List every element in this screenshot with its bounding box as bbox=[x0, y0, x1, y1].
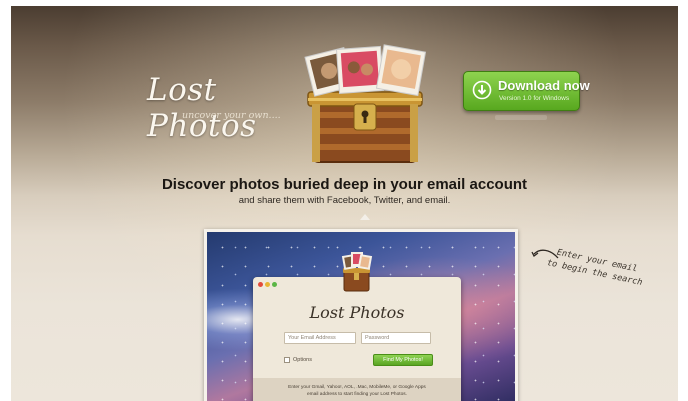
download-label: Download now bbox=[498, 78, 590, 93]
treasure-chest-icon bbox=[304, 44, 427, 163]
treasure-chest-icon bbox=[341, 252, 373, 292]
minimize-dot-icon[interactable] bbox=[265, 282, 270, 287]
download-arrow-icon bbox=[472, 80, 492, 100]
find-photos-button[interactable]: Find My Photos! bbox=[373, 354, 433, 366]
options-label: Options bbox=[293, 357, 312, 363]
logo[interactable]: Lost Photos uncover your own.... bbox=[147, 72, 283, 144]
app-window: Lost Photos Your Email Address Password … bbox=[253, 252, 461, 401]
app-preview: Lost Photos Your Email Address Password … bbox=[207, 232, 515, 401]
options-toggle[interactable] bbox=[284, 357, 290, 363]
email-field[interactable]: Your Email Address bbox=[284, 332, 356, 344]
logo-title: Lost Photos bbox=[147, 72, 257, 144]
page-headline: Discover photos buried deep in your emai… bbox=[161, 176, 528, 193]
close-dot-icon[interactable] bbox=[258, 282, 263, 287]
app-footer-text: Enter your Gmail, Yahoo!, AOL, .Mac, Mob… bbox=[253, 385, 461, 398]
footer-line-2: email address to start finding your Lost… bbox=[307, 391, 407, 397]
app-title: Lost Photos bbox=[309, 303, 405, 322]
zoom-dot-icon[interactable] bbox=[272, 282, 277, 287]
page-subheadline: and share them with Facebook, Twitter, a… bbox=[238, 195, 451, 206]
logo-tagline: uncover your own.... bbox=[182, 110, 281, 121]
download-version: Version 1.0 for Windows bbox=[499, 95, 570, 102]
password-field[interactable]: Password bbox=[361, 332, 431, 344]
handwritten-note: Enter your email to begin the search bbox=[531, 246, 643, 296]
screenshot-frame: Lost Photos Your Email Address Password … bbox=[204, 229, 518, 401]
download-button[interactable]: Download now Version 1.0 for Windows bbox=[463, 71, 590, 111]
pointer-triangle bbox=[360, 214, 370, 220]
landing-page: Lost Photos uncover your own.... Downloa… bbox=[11, 6, 678, 401]
secondary-link[interactable] bbox=[495, 115, 547, 120]
